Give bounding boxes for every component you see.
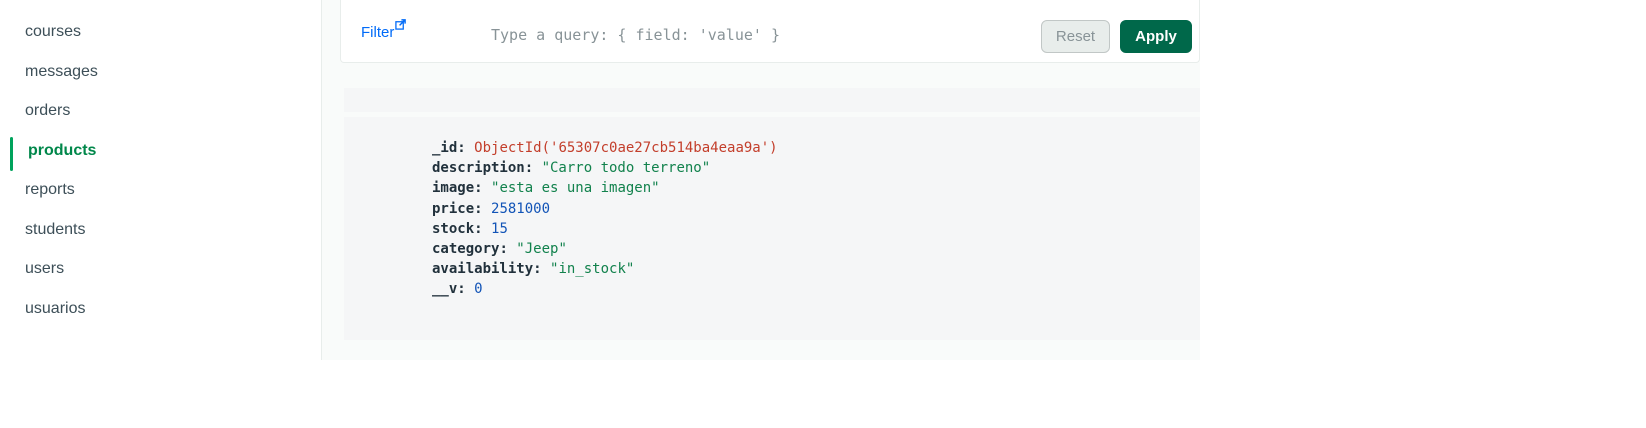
filter-link[interactable]: Filter <box>361 19 407 41</box>
field-value: 2581000 <box>491 200 551 217</box>
field-row: __v: 0 <box>432 281 483 298</box>
field-value: 15 <box>491 220 508 237</box>
external-link-icon <box>395 19 407 30</box>
field-key: price <box>432 200 475 217</box>
sidebar-item-messages[interactable]: messages <box>0 58 321 98</box>
field-key: _id <box>432 140 458 156</box>
sidebar: courses messages orders products reports… <box>0 0 322 360</box>
sidebar-item-reports[interactable]: reports <box>0 176 321 216</box>
sidebar-item-products[interactable]: products <box>0 136 321 177</box>
field-row: _id: ObjectId('65307c0ae27cb514ba4eaa9a'… <box>432 140 778 156</box>
field-row: category: "Jeep" <box>432 240 567 257</box>
main-panel: Filter Reset Apply _id: ObjectId('65307c… <box>322 0 1200 360</box>
sidebar-item-courses[interactable]: courses <box>0 18 321 58</box>
field-row: price: 2581000 <box>432 200 551 217</box>
sidebar-item-orders[interactable]: orders <box>0 97 321 137</box>
field-value: "esta es una imagen" <box>491 180 660 197</box>
field-row: image: "esta es una imagen" <box>432 180 660 197</box>
filter-bar: Filter Reset Apply <box>340 0 1200 63</box>
field-value: "Carro todo terreno" <box>541 160 711 177</box>
toolbar-strip <box>344 88 1200 112</box>
field-key: image <box>432 180 475 197</box>
field-row: description: "Carro todo terreno" <box>432 160 711 177</box>
field-key: stock <box>432 220 475 237</box>
field-value: ObjectId('65307c0ae27cb514ba4eaa9a') <box>474 140 778 156</box>
field-row: stock: 15 <box>432 220 508 237</box>
sidebar-item-users[interactable]: users <box>0 255 321 295</box>
field-key: availability <box>432 261 534 278</box>
apply-button[interactable]: Apply <box>1120 20 1192 53</box>
field-value: 0 <box>474 281 483 298</box>
field-row: availability: "in_stock" <box>432 261 635 278</box>
field-value: "Jeep" <box>516 240 567 257</box>
document-fields: _id: ObjectId('65307c0ae27cb514ba4eaa9a'… <box>432 138 778 300</box>
sidebar-item-usuarios[interactable]: usuarios <box>0 295 321 335</box>
reset-button[interactable]: Reset <box>1041 20 1110 53</box>
field-key: __v <box>432 281 458 298</box>
sidebar-item-students[interactable]: students <box>0 216 321 256</box>
collection-list: courses messages orders products reports… <box>0 0 321 334</box>
document-card[interactable]: _id: ObjectId('65307c0ae27cb514ba4eaa9a'… <box>344 117 1200 340</box>
filter-link-label: Filter <box>361 24 395 41</box>
app-root: courses messages orders products reports… <box>0 0 1646 428</box>
query-input[interactable] <box>491 24 1011 46</box>
field-key: category <box>432 240 500 257</box>
field-key: description <box>432 160 525 177</box>
field-value: "in_stock" <box>550 261 635 278</box>
